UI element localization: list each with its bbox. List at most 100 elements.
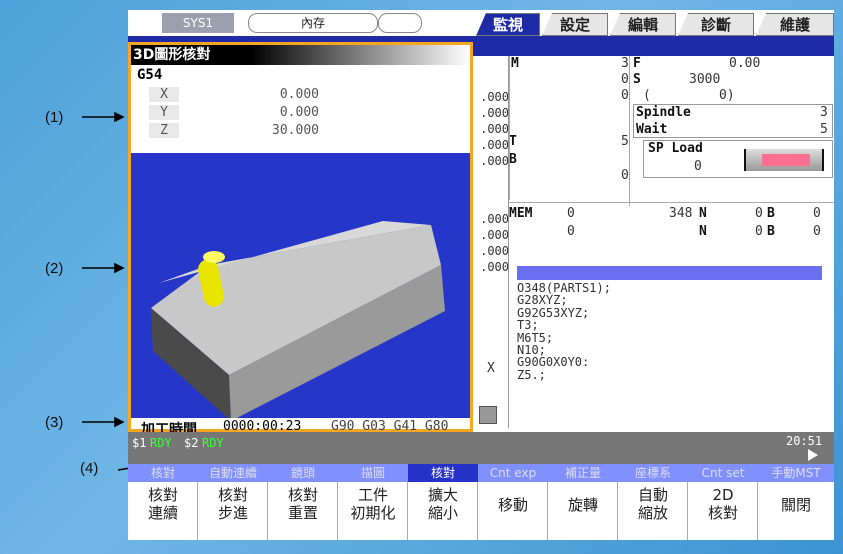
softkey-2[interactable]: 自動連續 核對 步進 <box>198 464 268 540</box>
position-column: .000 .000 .000 .000 .000 .000 .000 .000 … <box>473 56 509 428</box>
divider <box>509 56 510 200</box>
tab-diagnosis[interactable]: 診斷 <box>678 13 754 36</box>
softkey-top-label: 核對 <box>408 464 478 482</box>
softkey-9[interactable]: Cnt set 2D 核對 <box>688 464 758 540</box>
softkey-label: 核對 步進 <box>217 486 248 522</box>
top-bar: SYS1 內存 監視 設定 編輯 診斷 維護 <box>128 10 834 36</box>
softkey-label: 工件 初期化 <box>350 486 396 522</box>
position-value: .000 <box>480 106 509 120</box>
mem-row2-c1: 0 <box>567 224 575 239</box>
softkey-7[interactable]: 補正量 旋轉 <box>548 464 618 540</box>
axis-value: 30.000 <box>272 123 319 138</box>
program-line: Z5.; <box>517 367 546 382</box>
axis-row-x: X 0.000 <box>149 87 459 105</box>
channel-1-label: $1 <box>132 436 147 450</box>
softkey-10[interactable]: 手動MST 關閉 <box>758 464 834 540</box>
s-label: S <box>633 72 641 87</box>
mem-row2-nv: 0 <box>755 224 763 239</box>
program-line: G90G0X0Y0: <box>517 355 590 370</box>
spload-label: SP Load <box>648 141 703 156</box>
softkey-1[interactable]: 核對 核對 連續 <box>128 464 198 540</box>
channel-2-label: $2 <box>184 436 199 450</box>
spload-box: SP Load 0 <box>643 140 833 178</box>
softkey-top-label: 手動MST <box>758 464 834 482</box>
b-code-label: B <box>509 152 517 167</box>
softkey-top-label: Cnt set <box>688 464 758 482</box>
position-value: .000 <box>480 260 509 274</box>
channel-2-ready: RDY <box>202 436 224 450</box>
system-indicator: SYS1 <box>162 13 234 33</box>
softkey-6[interactable]: Cnt exp 移動 <box>478 464 548 540</box>
axis-name: Y <box>149 105 179 120</box>
memory-indicator: 內存 <box>248 13 378 33</box>
paren-value: 0) <box>719 88 735 103</box>
m-code-value: 3 <box>621 56 629 71</box>
paren-open: ( <box>643 88 651 103</box>
mem-label: MEM <box>509 206 533 221</box>
tab-edit[interactable]: 編輯 <box>610 13 676 36</box>
spload-value: 0 <box>694 159 702 174</box>
window-title: 3D圖形核對 <box>131 45 470 65</box>
mem-row2-n: N <box>699 224 707 239</box>
softkey-top-label: 核對 <box>128 464 198 482</box>
m-row-value: 0 <box>621 72 629 87</box>
scroll-icon[interactable] <box>479 406 497 424</box>
softkey-label: 2D 核對 <box>707 486 738 522</box>
spindle-value: 3 <box>820 105 828 120</box>
softkey-label: 核對 重置 <box>287 486 318 522</box>
softkey-3[interactable]: 鏡頭 核對 重置 <box>268 464 338 540</box>
softkey-4[interactable]: 描圖 工件 初期化 <box>338 464 408 540</box>
status-bar: $1 RDY $2 RDY 20:51 <box>128 432 834 464</box>
b-code-value: 0 <box>621 168 629 183</box>
tab-maintenance[interactable]: 維護 <box>756 13 834 36</box>
softkey-label: 擴大 縮小 <box>427 486 458 522</box>
position-value: .000 <box>480 212 509 226</box>
spload-gauge <box>744 149 824 171</box>
program-listing: O348(PARTS1); G28XYZ; G92G53XYZ; T3; M6T… <box>517 282 822 382</box>
axis-row-y: Y 0.000 <box>149 105 459 123</box>
axis-name: X <box>149 87 179 102</box>
f-label: F <box>633 56 641 71</box>
tab-monitor[interactable]: 監視 <box>476 13 540 36</box>
softkey-label: 旋轉 <box>567 496 598 514</box>
coord-system: G54 <box>137 67 163 83</box>
axis-x-label: X <box>487 361 495 376</box>
position-value: .000 <box>480 122 509 136</box>
memory-indicator-extra <box>378 13 422 33</box>
program-line: T3; <box>517 318 539 333</box>
position-value: .000 <box>480 154 509 168</box>
axis-value: 0.000 <box>279 105 319 120</box>
clock: 20:51 <box>786 434 823 448</box>
softkey-top-label: 鏡頭 <box>268 464 338 482</box>
mem-row1-n: N <box>699 206 707 221</box>
softkey-bar: 核對 核對 連續 自動連續 核對 步進 鏡頭核對 重置 描圖 工件 初期化 核對擴大 … <box>128 464 834 540</box>
m-code-label: M <box>511 56 519 71</box>
softkey-8[interactable]: 座標系 自動 縮放 <box>618 464 688 540</box>
program-line: M6T5; <box>517 330 554 345</box>
callout-2: (2) <box>45 260 64 277</box>
softkey-top-label: 座標系 <box>618 464 688 482</box>
cnc-screen: SYS1 內存 監視 設定 編輯 診斷 維護 .000 .000 .000 .0… <box>128 10 834 540</box>
s-value: 3000 <box>689 72 721 87</box>
softkey-label: 自動 縮放 <box>637 486 668 522</box>
graphic-check-window: 3D圖形核對 G54 X 0.000 Y 0.000 Z 30.000 加工時間 <box>128 42 473 438</box>
softkey-5[interactable]: 核對 擴大 縮小 <box>408 464 478 540</box>
divider <box>509 202 834 203</box>
position-value: .000 <box>480 228 509 242</box>
f-value: 0.00 <box>729 56 761 71</box>
mem-row1-c2: 348 <box>669 206 693 221</box>
modal-info-panel: M 3 0 0 5 0 T B F 0.00 S 3000 ( 0) Spind… <box>509 56 834 428</box>
3d-viewport[interactable] <box>131 153 470 421</box>
tab-setup[interactable]: 設定 <box>542 13 608 36</box>
softkey-label: 關閉 <box>780 496 811 514</box>
spindle-box: Spindle 3 Wait 5 <box>633 104 833 138</box>
spindle-label: Spindle <box>636 105 691 120</box>
next-page-icon[interactable] <box>808 449 818 461</box>
m-row-value: 0 <box>621 88 629 103</box>
position-value: .000 <box>480 138 509 152</box>
softkey-top-label: Cnt exp <box>478 464 548 482</box>
program-current-line-bar <box>517 266 822 280</box>
mem-row1-bv: 0 <box>813 206 821 221</box>
program-line: G28XYZ; <box>517 293 568 308</box>
mem-row1-nv: 0 <box>755 206 763 221</box>
